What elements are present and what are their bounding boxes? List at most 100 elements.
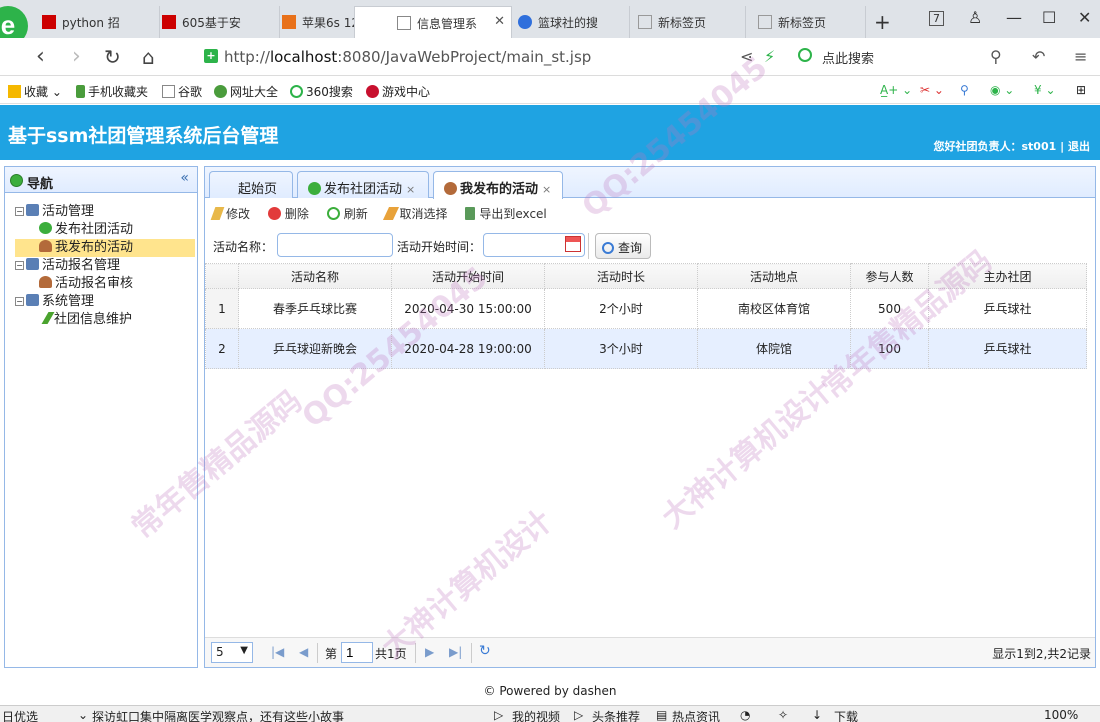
tree-node-system-mgmt[interactable]: − 系统管理 — [15, 293, 195, 311]
last-page-icon[interactable]: ▶| — [449, 645, 462, 659]
close-window-icon[interactable]: ✕ — [1078, 8, 1091, 27]
forward-icon[interactable]: › — [72, 44, 81, 69]
search-icon[interactable]: ⚲ — [990, 47, 1002, 66]
toggle-icon[interactable]: − — [15, 261, 24, 270]
download-icon[interactable]: ↓ — [812, 708, 822, 722]
new-tab-button[interactable]: + — [874, 10, 891, 34]
edit-pencil-icon — [210, 207, 225, 220]
bookmark-favorites[interactable]: 收藏 ⌄ — [8, 83, 62, 100]
bookmark-google[interactable]: 谷歌 — [162, 83, 202, 100]
favicon-icon — [42, 15, 56, 29]
tree-node-signup-review[interactable]: 活动报名审核 — [15, 275, 195, 293]
computer-folder-icon — [26, 294, 39, 306]
column-header-start[interactable]: 活动开始时间 — [391, 263, 545, 289]
close-tab-icon[interactable]: × — [542, 183, 551, 196]
browser-tabstrip: e python 招 605基于安 苹果6s 128 信息管理系 ✕ 篮球社的搜… — [0, 0, 1100, 46]
toggle-icon[interactable]: − — [15, 207, 24, 216]
left-nav-panel: 导航 « − 活动管理 发布社团活动 我发布的活动 − 活动报名管理 活动报名审核 … — [4, 166, 198, 668]
zoom-level[interactable]: 100% — [1044, 708, 1078, 722]
pen-icon — [41, 312, 55, 324]
cancel-select-button[interactable]: 取消选择 — [382, 205, 448, 222]
app-header: 基于ssm社团管理系统后台管理 您好社团负责人：st001 | 退出 — [0, 105, 1100, 160]
maximize-icon[interactable]: ☐ — [1042, 8, 1056, 27]
cell-club: 乒乓球社 — [928, 288, 1087, 329]
close-tab-icon[interactable]: × — [406, 183, 415, 196]
tab-publish-activity[interactable]: 发布社团活动 × — [297, 171, 429, 198]
column-header-club[interactable]: 主办社团 — [928, 263, 1087, 289]
reload-page-icon[interactable]: ↻ — [479, 643, 491, 659]
bookmark-360search[interactable]: 360搜索 — [290, 83, 353, 100]
first-page-icon[interactable]: |◀ — [271, 645, 284, 659]
tree-node-activity-mgmt[interactable]: − 活动管理 — [15, 203, 195, 221]
record-info: 显示1到2,共2记录 — [992, 647, 1091, 661]
status-headline[interactable]: 头条推荐 — [592, 708, 640, 722]
column-header-duration[interactable]: 活动时长 — [544, 263, 698, 289]
search-input[interactable]: 点此搜索 — [822, 48, 874, 67]
translate-icon[interactable]: A̲+ ⌄ — [880, 83, 912, 97]
separator — [415, 643, 416, 663]
lightning-icon[interactable]: ⚡ — [764, 47, 775, 66]
back-icon[interactable]: ‹ — [36, 44, 45, 69]
collapse-icon[interactable]: « — [180, 170, 189, 186]
page-number-input[interactable] — [341, 642, 373, 663]
page-size-select[interactable]: 5 ▼ — [211, 642, 253, 663]
tab-home[interactable]: 起始页 — [209, 171, 293, 198]
tree-node-my-activities[interactable]: 我发布的活动 — [15, 239, 195, 257]
bookmark-hao[interactable]: 网址大全 — [214, 83, 278, 100]
delete-button[interactable]: 删除 — [267, 205, 309, 222]
home-icon[interactable]: ⌂ — [142, 45, 155, 69]
magnifier-icon[interactable]: ⚲ — [960, 83, 969, 97]
export-excel-button[interactable]: 导出到excel — [465, 205, 547, 222]
tool-icon[interactable]: ✧ — [778, 708, 788, 722]
minimize-icon[interactable]: — — [1006, 8, 1022, 27]
status-hot[interactable]: 热点资讯 — [672, 708, 720, 722]
column-header-name[interactable]: 活动名称 — [238, 263, 392, 289]
chevron-down-icon: ▼ — [240, 645, 248, 656]
tab-my-activities[interactable]: 我发布的活动 × — [433, 171, 563, 199]
cell-name: 乒乓球迎新晚会 — [238, 328, 392, 369]
status-download[interactable]: 下载 — [834, 708, 858, 722]
computer-folder-icon — [26, 258, 39, 270]
game-icon — [366, 85, 379, 98]
apps-grid-icon[interactable]: ⊞ — [1076, 83, 1086, 97]
toggle-icon[interactable]: − — [15, 297, 24, 306]
speedup-icon[interactable]: ◔ — [740, 708, 750, 722]
undo-icon[interactable]: ↶ — [1032, 47, 1045, 66]
share-icon[interactable]: ⋖ — [740, 47, 753, 66]
bookmark-games[interactable]: 游戏中心 — [366, 83, 430, 100]
url-field[interactable]: http://localhost:8080/JavaWebProject/mai… — [224, 48, 591, 66]
edit-button[interactable]: 修改 — [210, 205, 250, 222]
refresh-button[interactable]: 刷新 — [326, 205, 368, 222]
tree-node-publish-activity[interactable]: 发布社团活动 — [15, 221, 195, 239]
taobao-icon — [282, 15, 296, 29]
logout-link[interactable]: 退出 — [1068, 140, 1090, 153]
button-label: 刷新 — [343, 207, 368, 221]
tab-count-badge[interactable]: 7 — [929, 11, 944, 26]
scissors-icon[interactable]: ✂ ⌄ — [920, 83, 944, 97]
query-button[interactable]: 查询 — [595, 233, 652, 259]
tree-node-club-info[interactable]: 社团信息维护 — [15, 311, 195, 329]
table-row[interactable]: 2 乒乓球迎新晚会 2020-04-28 19:00:00 3个小时 体院馆 1… — [205, 328, 1087, 369]
button-label: 删除 — [284, 207, 309, 221]
gamepad-icon[interactable]: ◉ ⌄ — [990, 83, 1014, 97]
browser-tab-7[interactable]: 新标签页 — [716, 6, 866, 38]
yen-icon[interactable]: ¥ ⌄ — [1034, 83, 1056, 97]
column-header-place[interactable]: 活动地点 — [697, 263, 851, 289]
menu-icon[interactable]: ≡ — [1074, 47, 1087, 66]
activity-name-input[interactable] — [277, 233, 393, 257]
shirt-skin-icon[interactable]: ♙ — [968, 8, 982, 27]
reload-icon[interactable]: ↻ — [104, 45, 121, 69]
table-row[interactable]: 1 春季乒乓球比赛 2020-04-30 15:00:00 2个小时 南校区体育… — [205, 288, 1087, 329]
calendar-icon[interactable] — [565, 236, 581, 252]
user-icon — [39, 276, 52, 288]
bookmark-mobile[interactable]: 手机收藏夹 — [76, 83, 148, 100]
search-engine-icon[interactable] — [798, 48, 812, 62]
prev-page-icon[interactable]: ◀ — [299, 645, 308, 659]
status-video[interactable]: 我的视频 — [512, 708, 560, 722]
tree-node-signup-mgmt[interactable]: − 活动报名管理 — [15, 257, 195, 275]
next-page-icon[interactable]: ▶ — [425, 645, 434, 659]
row-number-header — [205, 263, 239, 289]
column-header-count[interactable]: 参与人数 — [850, 263, 929, 289]
status-deals[interactable]: 日优选 — [2, 708, 38, 722]
status-news[interactable]: 探访虹口集中隔离医学观察点，还有这些小故事 — [92, 708, 344, 722]
